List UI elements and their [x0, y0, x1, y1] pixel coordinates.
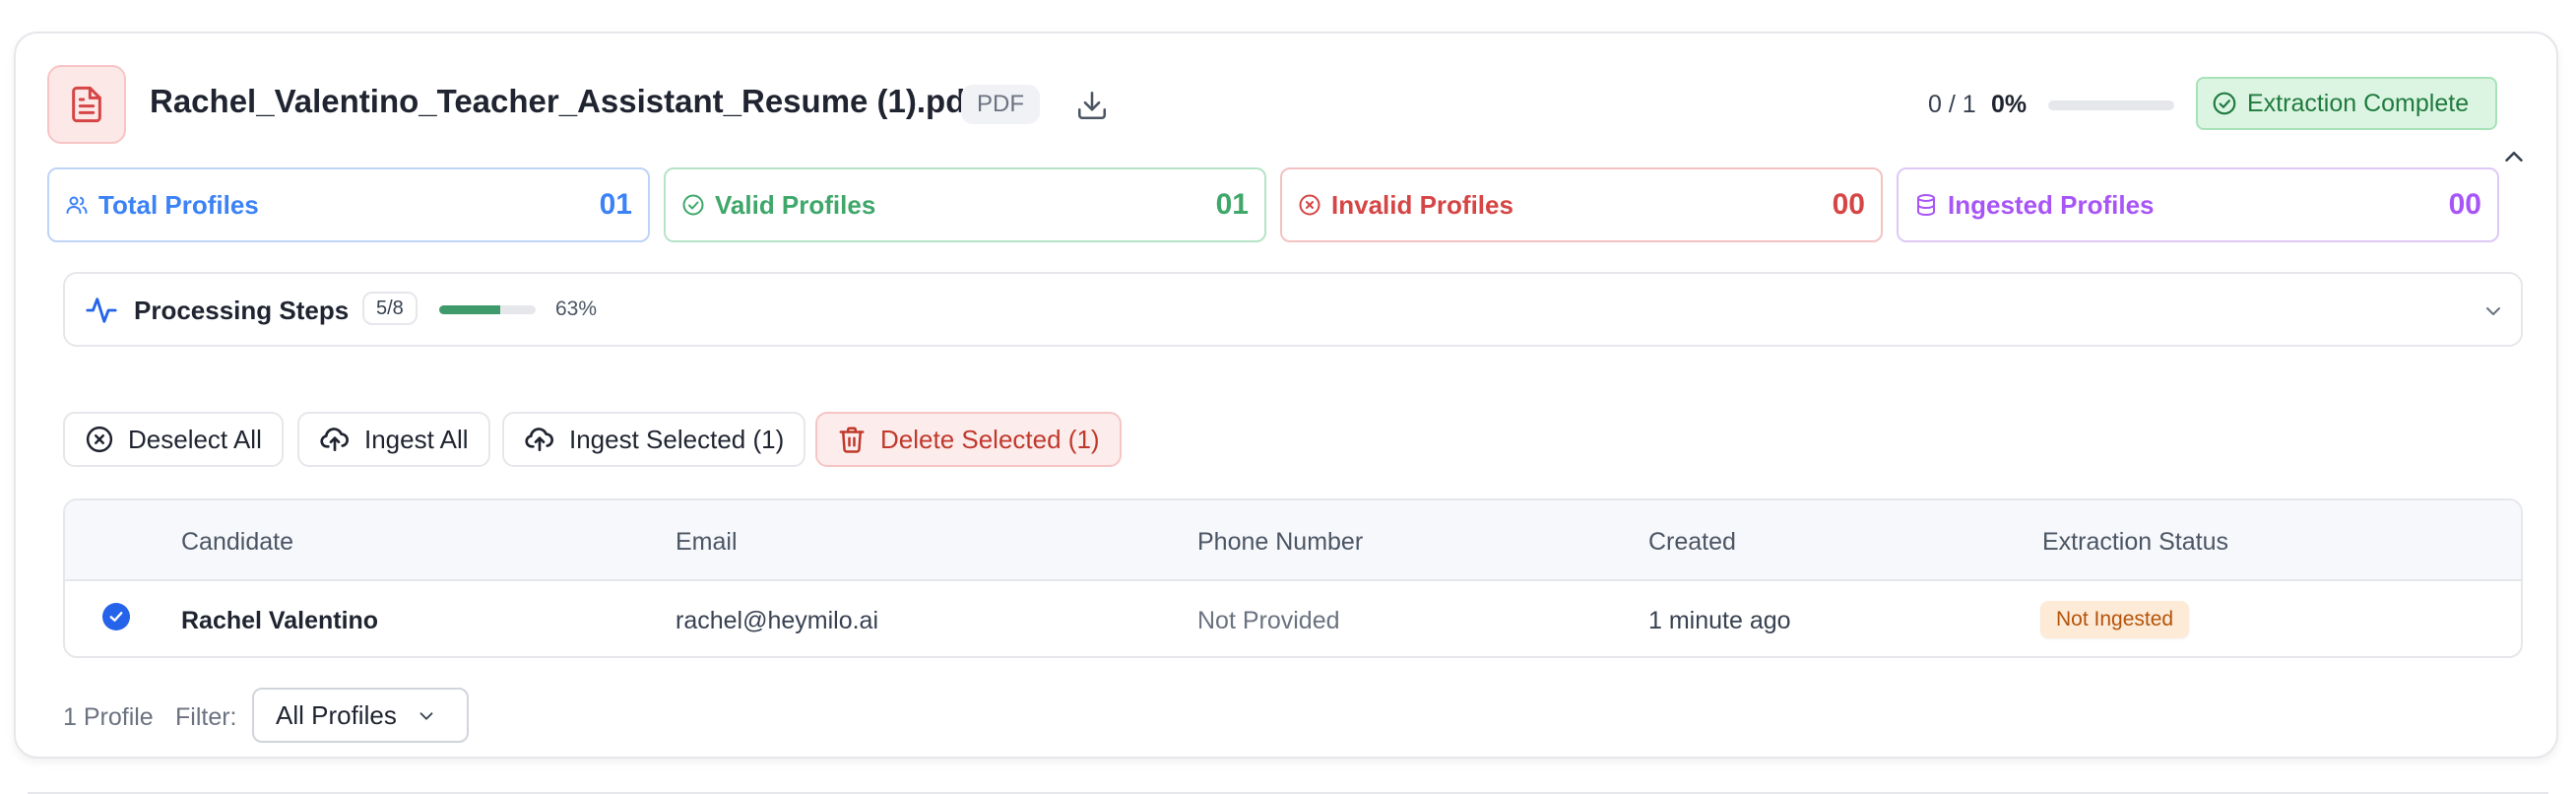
- stat-value: 01: [1215, 188, 1249, 221]
- processing-steps-title: Processing Steps: [134, 296, 350, 325]
- stat-invalid-profiles: Invalid Profiles 00: [1280, 167, 1883, 242]
- check-circle-icon: [2213, 92, 2236, 115]
- stat-total-profiles: Total Profiles 01: [47, 167, 650, 242]
- chevron-down-icon[interactable]: [2481, 299, 2505, 323]
- cell-created: 1 minute ago: [1648, 607, 1791, 634]
- deselect-all-button[interactable]: Deselect All: [63, 412, 284, 467]
- column-header-status[interactable]: Extraction Status: [2042, 528, 2228, 557]
- column-header-created[interactable]: Created: [1648, 528, 1736, 557]
- progress-bar: [2048, 100, 2174, 110]
- extraction-status-pill: Extraction Complete: [2196, 77, 2497, 130]
- stat-valid-profiles: Valid Profiles 01: [664, 167, 1266, 242]
- x-circle-icon: [86, 426, 113, 453]
- file-type-badge: PDF: [961, 85, 1040, 124]
- x-circle-icon: [1299, 194, 1320, 216]
- file-title: Rachel_Valentino_Teacher_Assistant_Resum…: [150, 83, 977, 119]
- extraction-status-label: Extraction Complete: [2247, 89, 2470, 117]
- row-checkbox[interactable]: [102, 603, 130, 630]
- stat-label: Ingested Profiles: [1948, 189, 2155, 220]
- stat-ingested-profiles: Ingested Profiles 00: [1897, 167, 2499, 242]
- database-icon: [1917, 194, 1935, 216]
- cell-email: rachel@heymilo.ai: [676, 607, 879, 634]
- download-icon[interactable]: [1075, 89, 1109, 122]
- profile-count: 1 Profile: [63, 703, 154, 731]
- filter-select[interactable]: All Profiles: [252, 688, 469, 743]
- status-badge: Not Ingested: [2040, 601, 2190, 638]
- table-header: Candidate Email Phone Number Created Ext…: [65, 500, 2521, 581]
- delete-selected-label: Delete Selected (1): [880, 424, 1100, 454]
- delete-selected-button[interactable]: Delete Selected (1): [815, 412, 1122, 467]
- file-text-icon: [72, 86, 101, 123]
- cell-candidate: Rachel Valentino: [181, 607, 379, 634]
- chevron-up-icon[interactable]: [2499, 142, 2529, 171]
- progress-percent: 0%: [1991, 91, 2028, 118]
- ingest-selected-label: Ingest Selected (1): [569, 424, 785, 454]
- stat-label: Total Profiles: [98, 189, 259, 220]
- ingest-all-label: Ingest All: [364, 424, 469, 454]
- column-header-candidate[interactable]: Candidate: [181, 528, 293, 557]
- table-row[interactable]: Rachel Valentino rachel@heymilo.ai Not P…: [65, 581, 2521, 656]
- processing-progress-fill: [439, 305, 500, 314]
- progress-count: 0 / 1: [1928, 91, 1976, 118]
- chevron-down-icon: [419, 712, 433, 720]
- stat-value: 00: [2448, 188, 2481, 221]
- stat-label: Valid Profiles: [715, 189, 876, 220]
- trash-icon: [839, 427, 865, 453]
- stat-value: 00: [1832, 188, 1865, 221]
- stat-value: 01: [599, 188, 632, 221]
- column-header-email[interactable]: Email: [676, 528, 738, 557]
- ingest-all-button[interactable]: Ingest All: [297, 412, 490, 467]
- processing-progress-bar: [439, 305, 536, 314]
- filter-select-value: All Profiles: [276, 699, 397, 730]
- check-circle-icon: [682, 194, 704, 216]
- file-card: Rachel_Valentino_Teacher_Assistant_Resum…: [14, 32, 2558, 759]
- cell-phone: Not Provided: [1197, 607, 1340, 634]
- cloud-upload-icon: [320, 428, 349, 451]
- ingest-selected-button[interactable]: Ingest Selected (1): [502, 412, 806, 467]
- check-icon: [109, 612, 123, 622]
- deselect-all-label: Deselect All: [128, 424, 262, 454]
- processing-steps-badge: 5/8: [362, 292, 418, 325]
- activity-icon: [86, 298, 117, 323]
- filter-label: Filter:: [175, 703, 237, 731]
- processing-steps-panel[interactable]: Processing Steps 5/8 63%: [63, 272, 2523, 347]
- processing-percent: 63%: [555, 298, 598, 320]
- column-header-phone[interactable]: Phone Number: [1197, 528, 1363, 557]
- cloud-upload-icon: [525, 428, 553, 451]
- file-icon-box: [47, 65, 126, 144]
- stat-label: Invalid Profiles: [1331, 189, 1513, 220]
- users-icon: [66, 196, 88, 214]
- profiles-table: Candidate Email Phone Number Created Ext…: [63, 498, 2523, 658]
